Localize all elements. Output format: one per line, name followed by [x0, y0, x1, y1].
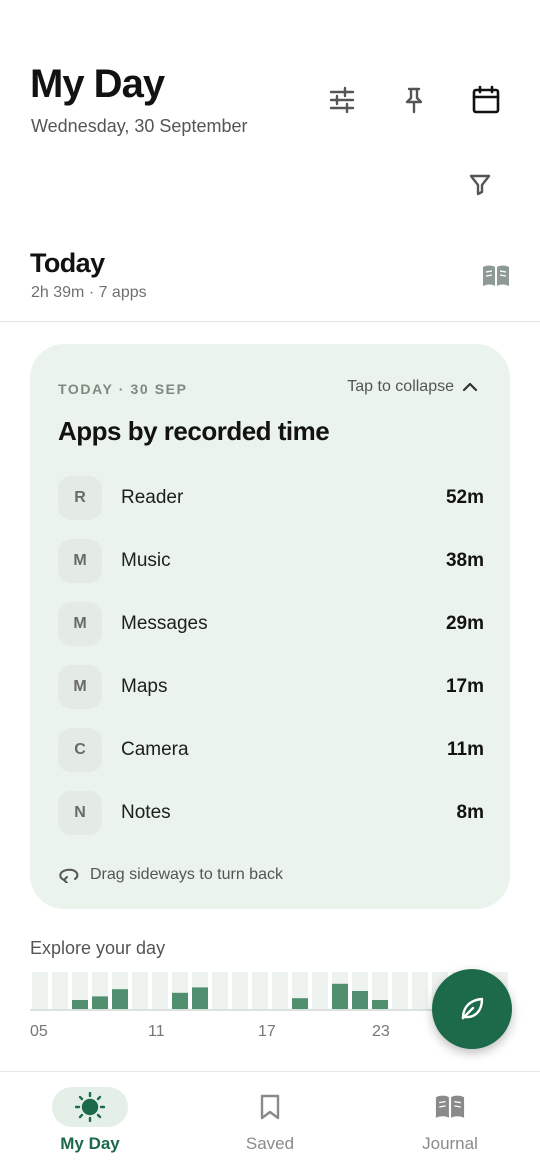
hour-slot[interactable]	[272, 972, 288, 1009]
explore-label: Explore your day	[30, 938, 166, 958]
hour-bar	[292, 998, 308, 1009]
nav-label: My Day	[60, 1134, 120, 1153]
nav-pill	[52, 1087, 128, 1127]
nav-pill	[232, 1087, 308, 1127]
hour-slot[interactable]	[212, 972, 228, 1009]
app-name: Reader	[121, 486, 184, 508]
list-item[interactable]: N Notes 8m	[58, 781, 484, 844]
app-avatar: M	[58, 601, 102, 646]
list-item-partial[interactable]	[58, 844, 484, 846]
list-item[interactable]: C Camera 11m	[58, 718, 484, 781]
book-icon	[435, 1095, 465, 1118]
app-time: 29m	[445, 612, 484, 634]
nav-item-journal[interactable]: Journal	[360, 1072, 540, 1170]
drag-hint-label: Drag sideways to turn back	[90, 866, 283, 883]
hour-slot[interactable]	[252, 972, 268, 1009]
today-title: Today	[30, 248, 105, 278]
swipe-back-icon	[59, 868, 79, 883]
page-date: Wednesday, 30 September	[31, 116, 248, 136]
collapse-label: Tap to collapse	[347, 378, 454, 395]
list-item[interactable]: M Music 38m	[58, 529, 484, 592]
app-avatar: R	[58, 475, 102, 520]
hour-bar	[372, 1000, 388, 1009]
hour-bar	[72, 1000, 88, 1009]
hour-bar	[332, 983, 348, 1009]
tick-label: 11	[148, 1023, 165, 1040]
list-item[interactable]: M Maps 17m	[58, 655, 484, 718]
app-time: 38m	[445, 549, 484, 571]
calendar-icon[interactable]	[466, 80, 506, 120]
hour-bar	[112, 989, 128, 1009]
tick-label: 23	[372, 1023, 390, 1040]
nav-label: Journal	[422, 1134, 478, 1153]
app-avatar: M	[58, 664, 102, 709]
hour-slot[interactable]	[412, 972, 428, 1009]
hour-bar	[92, 996, 108, 1009]
hour-bar	[352, 991, 368, 1009]
app-avatar: N	[58, 790, 102, 835]
app-name: Camera	[121, 738, 189, 760]
app-name: Notes	[121, 801, 171, 823]
hour-slot[interactable]	[232, 972, 248, 1009]
app-name: Maps	[121, 675, 168, 697]
drag-hint: Drag sideways to turn back	[58, 866, 283, 884]
app-list[interactable]: R Reader 52m M Music 38m M Messages 29m …	[58, 466, 484, 846]
app-time: 52m	[445, 486, 484, 508]
app-name: Music	[121, 549, 171, 571]
list-item[interactable]: R Reader 52m	[58, 466, 484, 529]
app-avatar: C	[58, 727, 102, 772]
hour-bar	[192, 987, 208, 1009]
header: My Day Wednesday, 30 September	[0, 0, 540, 230]
hour-slot[interactable]	[52, 972, 68, 1009]
page-title: My Day	[30, 62, 165, 106]
nav-item-my-day[interactable]: My Day	[0, 1072, 180, 1170]
today-summary: Today 2h 39m · 7 apps	[0, 240, 540, 322]
leaf-fab-button[interactable]	[432, 969, 512, 1049]
book-icon[interactable]	[476, 256, 516, 296]
app-name: Messages	[121, 612, 208, 634]
app-time: 8m	[456, 801, 484, 823]
hour-slot[interactable]	[132, 972, 148, 1009]
tick-label: 05	[30, 1023, 48, 1040]
filter-icon[interactable]	[460, 164, 500, 204]
nav-pill	[412, 1087, 488, 1127]
app-time: 17m	[445, 675, 484, 697]
sun-icon	[75, 1092, 105, 1122]
list-item[interactable]: M Messages 29m	[58, 592, 484, 655]
bottom-navigation: My Day Saved Journal	[0, 1071, 540, 1170]
apps-card: TODAY · 30 SEP Tap to collapse Apps by r…	[30, 344, 510, 909]
hour-slot[interactable]	[312, 972, 328, 1009]
leaf-icon	[461, 997, 484, 1020]
card-heading: Apps by recorded time	[58, 416, 330, 446]
card-date-label: TODAY · 30 SEP	[58, 381, 188, 397]
today-subtitle: 2h 39m · 7 apps	[31, 284, 147, 301]
sliders-icon[interactable]	[322, 80, 362, 120]
tick-label: 17	[258, 1023, 276, 1040]
collapse-button[interactable]: Tap to collapse	[347, 378, 478, 396]
hour-bar	[172, 992, 188, 1009]
hour-slot[interactable]	[32, 972, 48, 1009]
nav-item-saved[interactable]: Saved	[180, 1072, 360, 1170]
nav-label: Saved	[245, 1134, 295, 1153]
app-avatar: M	[58, 538, 102, 583]
hour-slot[interactable]	[152, 972, 168, 1009]
bookmark-icon	[260, 1094, 280, 1120]
pin-icon[interactable]	[394, 80, 434, 120]
app-time: 11m	[447, 738, 484, 760]
hour-slot[interactable]	[392, 972, 408, 1009]
chevron-up-icon	[462, 382, 478, 392]
